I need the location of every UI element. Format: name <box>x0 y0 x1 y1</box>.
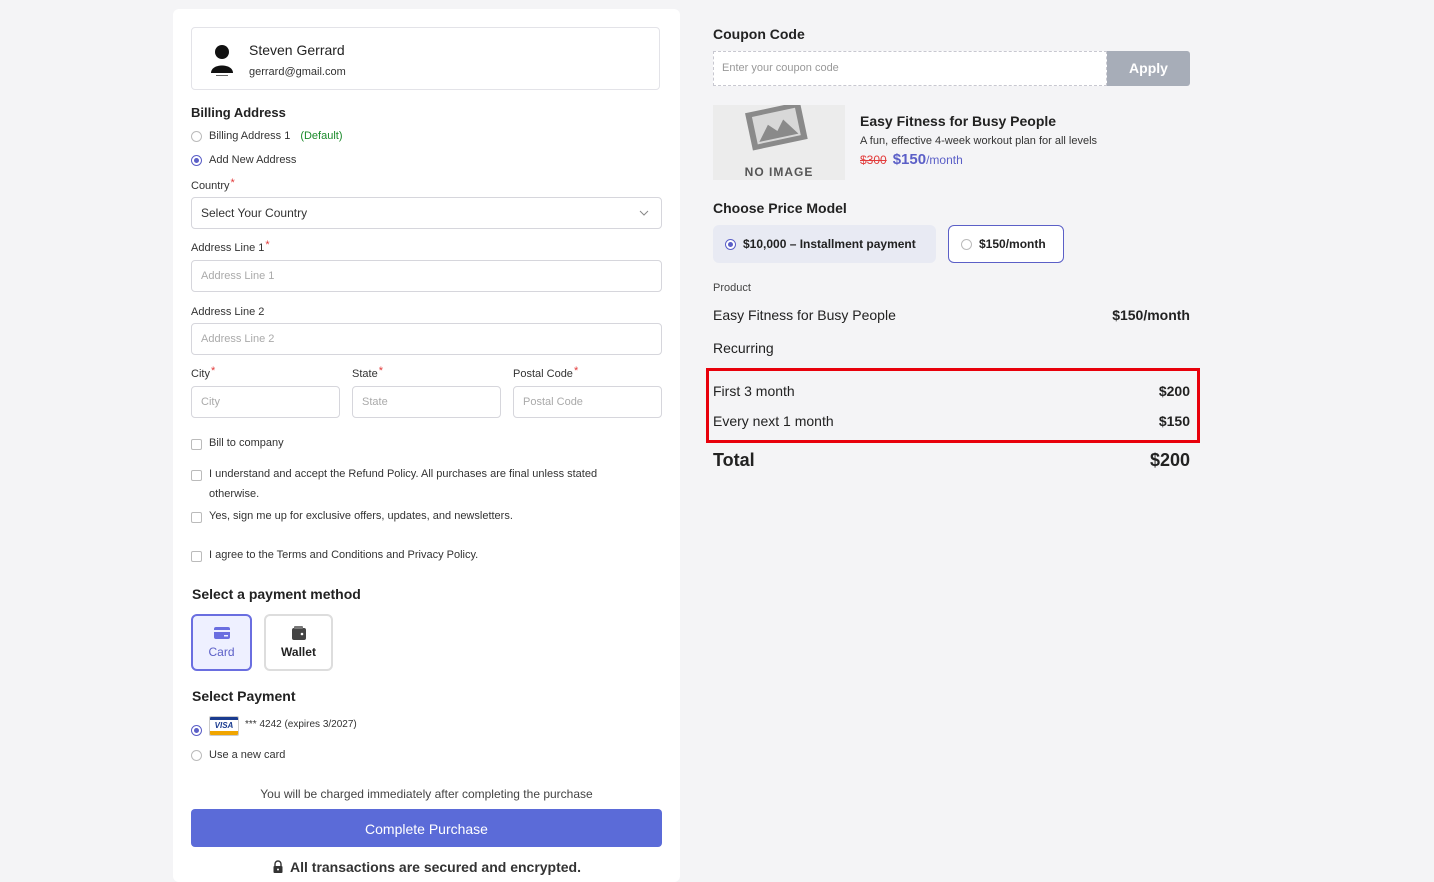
lock-icon <box>273 860 283 873</box>
credit-card-icon <box>213 627 230 639</box>
checkout-form-panel: Steven Gerrard gerrard@gmail.com Billing… <box>173 9 680 882</box>
state-input[interactable]: State <box>352 386 501 418</box>
state-label: State* <box>352 365 383 380</box>
next-period-label: Every next 1 month <box>713 413 834 429</box>
postal-code-input[interactable]: Postal Code <box>513 386 662 418</box>
summary-product-row: Easy Fitness for Busy People $150/month <box>713 307 1190 323</box>
coupon-input[interactable]: Enter your coupon code <box>713 51 1107 86</box>
product-image-placeholder: NO IMAGE <box>713 105 845 180</box>
new-price: $150 <box>892 151 927 168</box>
chevron-down-icon <box>639 210 649 216</box>
card-method-button[interactable]: Card <box>191 614 252 671</box>
no-image-label: NO IMAGE <box>744 165 814 179</box>
card-method-label: Card <box>208 645 235 659</box>
product-name: Easy Fitness for Busy People <box>860 113 1057 129</box>
wallet-method-button[interactable]: Wallet <box>264 614 333 671</box>
secure-note-text: All transactions are secured and encrypt… <box>290 859 581 875</box>
new-card-radio[interactable] <box>191 749 202 761</box>
charge-note: You will be charged immediately after co… <box>260 787 593 801</box>
city-input[interactable]: City <box>191 386 340 418</box>
wallet-method-label: Wallet <box>281 645 316 659</box>
terms-label: I agree to the Terms and Conditions and … <box>209 549 479 561</box>
user-email: gerrard@gmail.com <box>249 66 346 78</box>
next-period-value: $150 <box>1158 413 1190 429</box>
user-info-card: Steven Gerrard gerrard@gmail.com <box>191 27 660 90</box>
summary-product-name: Easy Fitness for Busy People <box>713 307 896 323</box>
price-period: /month <box>926 153 963 167</box>
refund-policy-checkbox[interactable] <box>191 470 202 481</box>
refund-policy-label: I understand and accept the Refund Polic… <box>209 468 598 500</box>
new-card-option[interactable]: Use a new card <box>191 749 285 761</box>
summary-product-price: $150/month <box>1112 307 1190 323</box>
wallet-icon <box>291 626 306 640</box>
complete-purchase-button[interactable]: Complete Purchase <box>191 809 662 847</box>
monthly-label: $150/month <box>979 237 1046 251</box>
recurring-highlight-box <box>706 368 1200 443</box>
product-price: $300 $150/month <box>860 151 963 168</box>
total-label: Total <box>713 450 755 470</box>
billing-address-1-option[interactable]: Billing Address 1 (Default) <box>191 130 343 142</box>
next-period-row: Every next 1 month $150 <box>713 413 1190 429</box>
new-card-label: Use a new card <box>209 749 286 761</box>
bill-to-company-checkbox[interactable] <box>191 439 202 450</box>
address-line-1-input[interactable]: Address Line 1 <box>191 260 662 292</box>
terms-option[interactable]: I agree to the Terms and Conditions and … <box>191 549 478 565</box>
country-label: Country* <box>191 177 235 192</box>
city-label: City* <box>191 365 216 380</box>
visa-card-icon: VISA <box>209 716 239 736</box>
address-line-2-label: Address Line 2 <box>191 306 265 318</box>
postal-code-label: Postal Code* <box>513 365 579 380</box>
terms-checkbox[interactable] <box>191 551 202 562</box>
billing-address-1-radio[interactable] <box>191 130 202 142</box>
old-price: $300 <box>860 153 887 167</box>
billing-address-title: Billing Address <box>191 105 286 120</box>
product-description: A fun, effective 4-week workout plan for… <box>860 135 1098 147</box>
installment-label: $10,000 – Installment payment <box>743 237 916 251</box>
total-row: Total $200 <box>713 450 1190 471</box>
summary-recurring-label: Recurring <box>713 340 774 356</box>
select-payment-title: Select Payment <box>192 688 296 704</box>
no-image-icon <box>745 105 808 151</box>
price-model-title: Choose Price Model <box>713 200 847 216</box>
first-period-row: First 3 month $200 <box>713 383 1190 399</box>
apply-coupon-button[interactable]: Apply <box>1107 51 1190 86</box>
newsletter-label: Yes, sign me up for exclusive offers, up… <box>209 510 513 522</box>
monthly-price-option[interactable]: $150/month <box>948 225 1064 263</box>
user-name: Steven Gerrard <box>249 42 345 58</box>
add-new-address-radio[interactable] <box>191 154 202 166</box>
refund-policy-option[interactable]: I understand and accept the Refund Polic… <box>191 468 611 504</box>
bill-to-company-label: Bill to company <box>209 437 284 449</box>
coupon-title: Coupon Code <box>713 26 805 42</box>
first-period-label: First 3 month <box>713 383 795 399</box>
saved-card-option[interactable] <box>191 725 209 736</box>
add-new-address-option[interactable]: Add New Address <box>191 154 296 166</box>
default-tag: (Default) <box>300 130 343 142</box>
saved-card-radio[interactable] <box>191 725 202 736</box>
billing-address-1-label: Billing Address 1 <box>209 130 291 142</box>
user-avatar-icon <box>211 45 233 76</box>
total-value: $200 <box>1149 450 1190 470</box>
monthly-radio[interactable] <box>961 238 972 250</box>
installment-price-option[interactable]: $10,000 – Installment payment <box>713 225 936 263</box>
saved-card-label: *** 4242 (expires 3/2027) <box>245 719 357 730</box>
bill-to-company-option[interactable]: Bill to company <box>191 437 284 453</box>
payment-method-title: Select a payment method <box>192 586 361 602</box>
installment-radio[interactable] <box>725 238 736 250</box>
add-new-address-label: Add New Address <box>209 154 297 166</box>
newsletter-checkbox[interactable] <box>191 512 202 523</box>
address-line-1-label: Address Line 1* <box>191 239 270 254</box>
country-select[interactable]: Select Your Country <box>191 197 662 229</box>
secure-note: All transactions are secured and encrypt… <box>173 859 680 875</box>
address-line-2-input[interactable]: Address Line 2 <box>191 323 662 355</box>
country-select-value: Select Your Country <box>201 206 308 220</box>
first-period-value: $200 <box>1158 383 1190 399</box>
summary-product-label: Product <box>713 282 751 294</box>
newsletter-option[interactable]: Yes, sign me up for exclusive offers, up… <box>191 510 513 526</box>
